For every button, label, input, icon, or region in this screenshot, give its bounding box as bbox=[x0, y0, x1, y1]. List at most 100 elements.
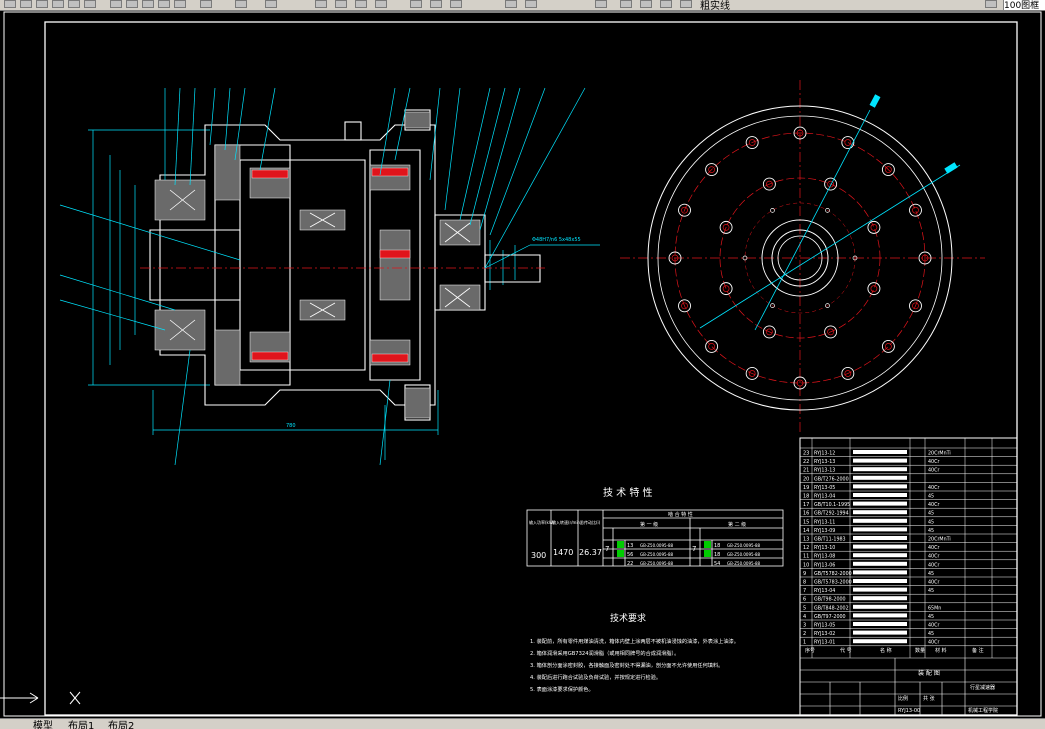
tool-palette-icon[interactable] bbox=[450, 0, 462, 8]
bom-name-cell bbox=[853, 604, 907, 609]
stage1-spec: GB-Z50.0095-88 bbox=[640, 552, 674, 557]
design-center-icon[interactable] bbox=[430, 0, 442, 8]
bom-no: 14 bbox=[803, 528, 809, 534]
bom-name-cell bbox=[853, 587, 907, 592]
layout-tabs: 模型 布局1 布局2 bbox=[0, 718, 1045, 729]
stage2-teeth: 18 bbox=[714, 543, 720, 549]
drawing-canvas[interactable]: 780 Φ48H7/n6 5x48x55 技 术 特 性 输入功率(kW) 输入… bbox=[0, 10, 1045, 718]
stage1-teeth: 22 bbox=[627, 561, 633, 567]
bom-header-qty: 数量 bbox=[915, 647, 925, 654]
bom-no: 22 bbox=[803, 459, 809, 465]
section-marker bbox=[944, 162, 958, 174]
bolt-hole bbox=[867, 282, 881, 296]
toolbar-button[interactable] bbox=[110, 0, 122, 8]
stage2-teeth: 18 bbox=[714, 552, 720, 558]
title-scale: 比例 bbox=[898, 695, 908, 702]
bom-no: 8 bbox=[803, 580, 806, 586]
bom-no: 4 bbox=[803, 614, 806, 620]
tab-layout1[interactable]: 布局1 bbox=[65, 719, 97, 729]
bom-code: RYJ13-04 bbox=[814, 588, 835, 594]
header-input-power: 输入功率(kW) bbox=[529, 519, 555, 525]
toolbar-button[interactable] bbox=[142, 0, 154, 8]
bom-name-cell bbox=[853, 510, 907, 515]
params-title: 技 术 特 性 bbox=[603, 486, 653, 499]
bom-code: GB/T292-1994 bbox=[814, 511, 849, 517]
header-meshing: 啮 合 特 性 bbox=[668, 511, 693, 518]
bom-code: GB/T98-2000 bbox=[814, 597, 846, 603]
redo-icon[interactable] bbox=[265, 0, 277, 8]
calculator-icon[interactable] bbox=[505, 0, 517, 8]
end-view[interactable] bbox=[620, 80, 985, 435]
stage1-teeth: 56 bbox=[627, 552, 633, 558]
bom-name-cell bbox=[853, 501, 907, 506]
undo-icon[interactable] bbox=[235, 0, 247, 8]
properties-icon[interactable] bbox=[410, 0, 422, 8]
bom-name-cell bbox=[853, 639, 907, 644]
tab-layout2[interactable]: 布局2 bbox=[105, 719, 137, 729]
toolbar-button[interactable] bbox=[126, 0, 138, 8]
section-view[interactable]: 780 Φ48H7/n6 5x48x55 bbox=[59, 87, 600, 466]
toolbar-button[interactable] bbox=[158, 0, 170, 8]
bulb-icon[interactable] bbox=[620, 0, 632, 8]
layer-manager-icon[interactable] bbox=[595, 0, 607, 8]
bom-material: 45 bbox=[928, 571, 934, 577]
bom-name-cell bbox=[853, 484, 907, 489]
bom-no: 21 bbox=[803, 468, 809, 474]
pan-icon[interactable] bbox=[315, 0, 327, 8]
marker bbox=[617, 550, 624, 557]
sheet-border bbox=[3, 11, 1042, 717]
lock-icon[interactable] bbox=[660, 0, 672, 8]
bolt-hole-inner bbox=[708, 343, 715, 350]
bom-material: 40Cr bbox=[928, 640, 939, 646]
bom-name-cell bbox=[853, 553, 907, 558]
make-current-icon[interactable] bbox=[985, 0, 997, 8]
help-icon[interactable] bbox=[525, 0, 537, 8]
bom-name-cell bbox=[853, 450, 907, 454]
toolbar-button[interactable] bbox=[174, 0, 186, 8]
bom-code: GB/T97-2000 bbox=[814, 614, 846, 620]
ucs-icon bbox=[0, 691, 81, 705]
bom-code: GB/T5782-2000 bbox=[814, 571, 852, 577]
zoom-previous-icon[interactable] bbox=[375, 0, 387, 8]
bom-material: 40Cr bbox=[928, 485, 939, 491]
zoom-window-icon[interactable] bbox=[355, 0, 367, 8]
toolbar-button[interactable] bbox=[52, 0, 64, 8]
tab-model[interactable]: 模型 bbox=[30, 719, 56, 729]
leader-lines bbox=[59, 87, 600, 466]
bom-header-material: 材 料 bbox=[935, 647, 947, 654]
title-sheet: 共 张 bbox=[923, 695, 935, 702]
bolt-hole-inner bbox=[885, 343, 892, 350]
stage2-spec: GB-Z50.0095-88 bbox=[727, 552, 761, 557]
bom-name-cell bbox=[853, 596, 907, 601]
bom-no: 18 bbox=[803, 494, 809, 500]
bom-name-cell bbox=[853, 458, 907, 463]
bom-material: 45 bbox=[928, 494, 934, 500]
bolt-hole-inner bbox=[870, 285, 878, 292]
bom-code: RYJ13-11 bbox=[814, 519, 835, 525]
dimension-text: 780 bbox=[286, 423, 296, 429]
toolbar-button[interactable] bbox=[4, 0, 16, 8]
housing-outline bbox=[149, 109, 541, 421]
bom-code: GB/T848-2002 bbox=[814, 605, 849, 611]
bom-no: 11 bbox=[803, 554, 809, 560]
bom-material: 20CrMnTi bbox=[928, 537, 951, 543]
sun-icon[interactable] bbox=[640, 0, 652, 8]
bom-name-cell bbox=[853, 579, 907, 583]
toolbar-button[interactable] bbox=[20, 0, 32, 8]
bom-no: 12 bbox=[803, 545, 809, 551]
bom-material: 40Cr bbox=[928, 545, 939, 551]
bom-material: 40Cr bbox=[928, 562, 939, 568]
zoom-realtime-icon[interactable] bbox=[335, 0, 347, 8]
toolbar-button[interactable] bbox=[68, 0, 80, 8]
bom-code: RYJ13-10 bbox=[814, 545, 835, 551]
bom-no: 6 bbox=[803, 597, 806, 603]
toolbar-button[interactable] bbox=[84, 0, 96, 8]
bom-header-note: 备 注 bbox=[972, 647, 984, 654]
header-stage2: 第 二 级 bbox=[728, 521, 746, 528]
bom-code: GB/T10.1-1995 bbox=[814, 502, 850, 508]
stage2-spec: GB-Z50.0095-88 bbox=[727, 543, 761, 548]
header-ratio: 总传动比(i) bbox=[580, 519, 601, 525]
toolbar-button[interactable] bbox=[36, 0, 48, 8]
bom-name-cell bbox=[853, 622, 907, 626]
toolbar-button[interactable] bbox=[200, 0, 212, 8]
